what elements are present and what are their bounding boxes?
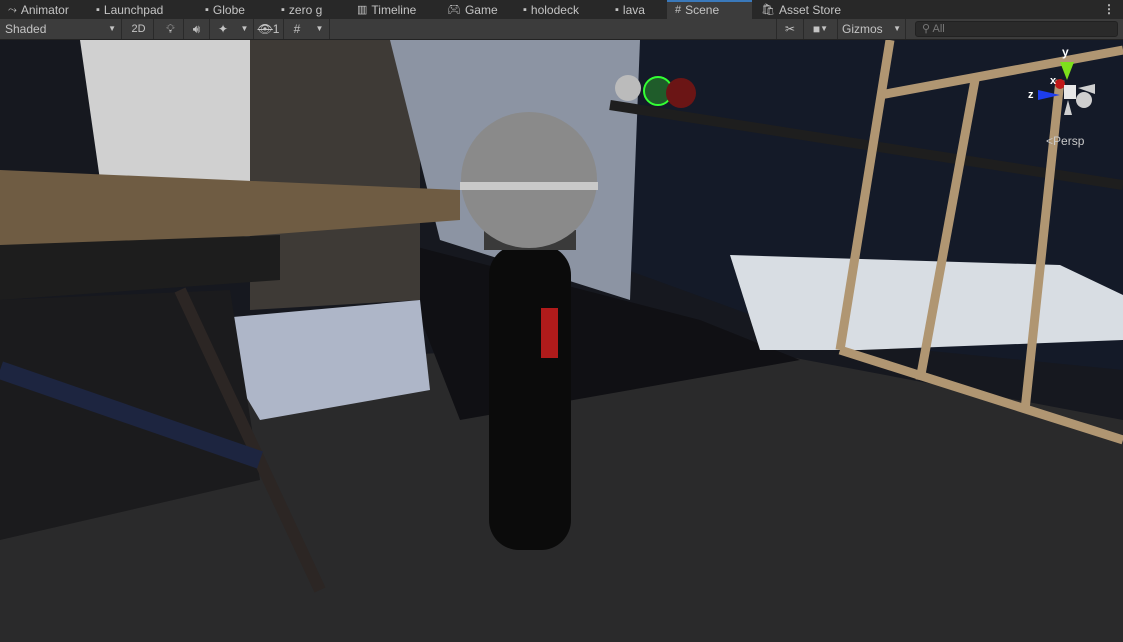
tab-scene[interactable]: # Scene [667,0,752,19]
more-options-icon[interactable]: ⋮ [1103,2,1115,16]
gizmo-y-label: y [1062,45,1069,59]
scene-file-icon: ▪ [523,3,527,16]
search-icon: ⚲ [922,23,933,35]
effects-toggle-icon[interactable]: ✦ [210,19,236,39]
tab-game[interactable]: 🎮︎ Game [439,0,506,19]
2d-toggle-button[interactable]: 2D [124,19,154,39]
tab-animator[interactable]: ⤳ Animator [0,0,77,19]
scene-file-icon: ▪ [205,3,209,16]
scene-file-icon: ▪ [96,3,100,16]
tab-launchpad[interactable]: ▪ Launchpad [88,0,171,19]
gizmos-dropdown[interactable]: Gizmos ▼ [838,19,906,39]
eye-slash-icon: 👁︎ [257,22,273,36]
tab-bar: ⤳ Animator ▪ Launchpad ▪ Globe ▪ zero g ▥ Tim… [0,0,1123,19]
gizmo-z-label: z [1028,89,1034,101]
chevron-down-icon: ▼ [108,24,116,33]
tab-globe[interactable]: ▪ Globe [197,0,253,19]
scene-file-icon: ▪ [281,3,285,16]
tab-lava[interactable]: ▪ lava [607,0,653,19]
animator-icon: ⤳ [8,3,17,16]
camera-settings-dropdown[interactable]: ■ ▼ [804,19,838,39]
gizmo-y-axis[interactable] [1060,62,1074,80]
audio-toggle-icon[interactable]: 🔊︎ [184,19,210,39]
effects-dropdown-icon[interactable]: ▼ [236,19,254,39]
chevron-down-icon: ▼ [893,24,901,33]
tools-icon[interactable]: ✂ [776,19,804,39]
projection-toggle[interactable]: <Persp [1046,134,1084,148]
tab-timeline[interactable]: ▥ Timeline [349,0,424,19]
scene-toolbar: Shaded ▼ 2D 💡︎ 🔊︎ ✦ ▼ 👁︎ 1 # ▼ ✂ ■ ▼ Gizmos… [0,19,1123,40]
gizmo-z-axis[interactable] [1038,90,1060,100]
tab-holodeck[interactable]: ▪ holodeck [515,0,587,19]
grid-hash-icon: # [675,4,682,16]
scene-render [0,40,1123,642]
grid-toggle-icon[interactable]: # [284,19,310,39]
scene-file-icon: ▪ [615,3,619,16]
lighting-toggle-icon[interactable]: 💡︎ [158,19,184,39]
gizmo-x-label: x [1050,75,1057,87]
gizmo-center-cube[interactable] [1064,85,1076,99]
chevron-left-icon: < [1046,134,1054,148]
gizmo-x-axis[interactable] [1055,79,1065,89]
scene-viewport[interactable] [0,40,1123,642]
shopping-bag-icon: 🛍︎ [761,3,775,16]
grid-dropdown-icon[interactable]: ▼ [310,19,330,39]
tab-zero-g[interactable]: ▪ zero g [273,0,330,19]
scene-search-input[interactable]: ⚲ All [915,21,1118,37]
shading-mode-dropdown[interactable]: Shaded ▼ [0,19,122,39]
hidden-objects-toggle[interactable]: 👁︎ 1 [254,19,284,39]
gamepad-icon: 🎮︎ [447,3,461,16]
timeline-icon: ▥ [357,3,368,16]
camera-icon: ■ [812,22,821,36]
tab-asset-store[interactable]: 🛍︎ Asset Store [753,0,849,19]
